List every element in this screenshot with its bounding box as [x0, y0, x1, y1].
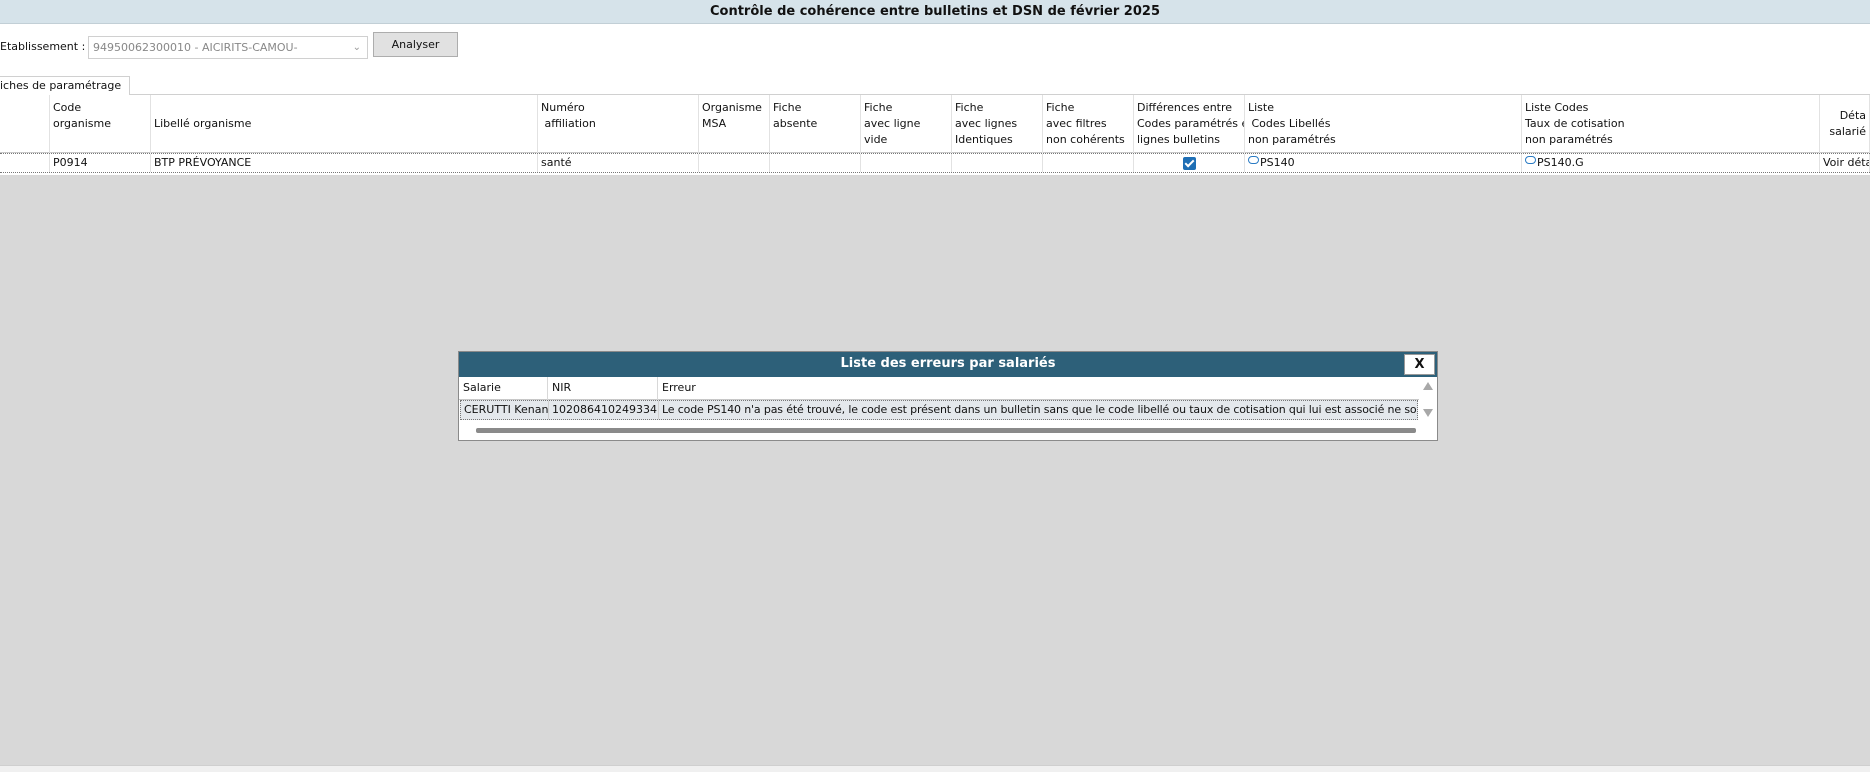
window-title: Contrôle de cohérence entre bulletins et… [0, 0, 1870, 24]
scroll-up-icon[interactable] [1423, 382, 1433, 390]
horizontal-scrollbar[interactable] [476, 428, 1416, 433]
column-header-differences[interactable]: Différences entre Codes paramétrés et li… [1134, 95, 1245, 153]
cell-code-organisme: P0914 [50, 154, 151, 172]
voir-detail-link[interactable]: Voir déta [1820, 154, 1870, 172]
cell-fiche-ligne-vide [861, 154, 952, 172]
vertical-scrollbar[interactable] [1419, 377, 1437, 421]
column-header-code-organisme[interactable]: Code organisme [50, 95, 151, 153]
cell-libelle-organisme: BTP PRÉVOYANCE [151, 154, 538, 172]
etablissement-value: 94950062300010 - AICIRITS-CAMOU- [93, 41, 298, 54]
chevron-down-icon: ⌄ [352, 42, 361, 53]
column-header-libelle-organisme[interactable]: Libellé organisme [151, 95, 538, 153]
dialog-grid-header: Salarie NIR Erreur [459, 377, 1419, 400]
etablissement-select[interactable]: 94950062300010 - AICIRITS-CAMOU- ⌄ [88, 36, 368, 59]
column-header-numero-affiliation[interactable]: Numéro affiliation [538, 95, 699, 153]
column-header-organisme-msa[interactable]: Organisme MSA [699, 95, 770, 153]
row-selector[interactable] [0, 154, 50, 172]
table-row[interactable]: CERUTTI Kenan 102086410249334 Le code PS… [460, 400, 1418, 420]
erreurs-dialog: Liste des erreurs par salariés X Salarie… [458, 351, 1438, 441]
column-header-fiche-filtres[interactable]: Fiche avec filtres non cohérents [1043, 95, 1134, 153]
column-header-liste-codes-taux[interactable]: Liste Codes Taux de cotisation non param… [1522, 95, 1820, 153]
column-header-fiche-ligne-vide[interactable]: Fiche avec ligne vide [861, 95, 952, 153]
cell-organisme-msa [699, 154, 770, 172]
column-header-fiche-lignes-identiques[interactable]: Fiche avec lignes Identiques [952, 95, 1043, 153]
analyser-button[interactable]: Analyser [373, 32, 458, 57]
cell-numero-affiliation: santé [538, 154, 699, 172]
cell-fiche-absente [770, 154, 861, 172]
organisme-grid: Code organisme Libellé organisme Numéro … [0, 95, 1870, 175]
column-header-erreur[interactable]: Erreur [658, 377, 1419, 400]
liste-codes-libelles-value: PS140 [1260, 156, 1295, 169]
cell-erreur: Le code PS140 n'a pas été trouvé, le cod… [662, 403, 1417, 416]
column-header-salarie[interactable]: Salarie [459, 377, 548, 400]
cell-liste-codes-libelles[interactable]: PS140 [1245, 154, 1522, 172]
table-row[interactable]: P0914 BTP PRÉVOYANCE santé PS140 PS140.G… [0, 153, 1870, 173]
cell-nir: 102086410249334 [549, 401, 659, 419]
tab-strip: iches de paramétrage [0, 76, 1870, 95]
cell-fiche-filtres [1043, 154, 1134, 172]
column-header-fiche-absente[interactable]: Fiche absente [770, 95, 861, 153]
cell-salarie: CERUTTI Kenan [461, 401, 549, 419]
tab-fiches-parametrage[interactable]: iches de paramétrage [0, 76, 131, 95]
liste-codes-taux-value: PS140.G [1537, 156, 1584, 169]
column-header-liste-codes-libelles[interactable]: Liste Codes Libellés non paramétrés [1245, 95, 1522, 153]
differences-checkbox[interactable] [1182, 157, 1196, 170]
dialog-title: Liste des erreurs par salariés [459, 352, 1437, 377]
scroll-down-icon[interactable] [1423, 409, 1433, 417]
column-header-selector[interactable] [0, 95, 50, 153]
toolbar: Etablissement : 94950062300010 - AICIRIT… [0, 24, 1870, 76]
close-button[interactable]: X [1404, 354, 1435, 375]
cell-fiche-lignes-identiques [952, 154, 1043, 172]
column-header-detail-salarie[interactable]: Déta salarié [1820, 95, 1870, 153]
comment-icon [1525, 156, 1536, 164]
column-header-nir[interactable]: NIR [548, 377, 658, 400]
etablissement-label: Etablissement : [0, 40, 86, 53]
grid-header: Code organisme Libellé organisme Numéro … [0, 95, 1870, 153]
comment-icon [1248, 156, 1259, 164]
cell-differences [1134, 154, 1245, 172]
cell-liste-codes-taux[interactable]: PS140.G [1522, 154, 1820, 172]
status-bar [0, 765, 1870, 772]
